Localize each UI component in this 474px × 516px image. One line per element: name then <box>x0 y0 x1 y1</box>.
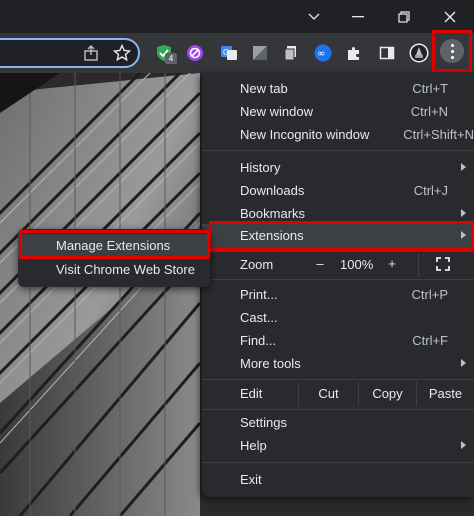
menu-item-label: New Incognito window <box>240 127 370 142</box>
submenu-arrow-icon <box>461 163 466 171</box>
profile-avatar[interactable] <box>408 42 430 64</box>
paste-button[interactable]: Paste <box>416 382 474 406</box>
extensions-puzzle-icon[interactable] <box>343 42 365 64</box>
zoom-divider <box>418 253 419 277</box>
menu-item-label: New window <box>240 104 313 119</box>
customize-menu-button[interactable] <box>440 39 464 63</box>
menu-item-new-window[interactable]: New window Ctrl+N <box>202 100 474 123</box>
edit-label: Edit <box>240 386 263 401</box>
menu-item-shortcut: Ctrl+T <box>412 81 448 96</box>
menu-button-highlight <box>432 30 472 72</box>
submenu-item-chrome-web-store[interactable]: Visit Chrome Web Store <box>18 258 210 282</box>
translate-icon[interactable]: G <box>218 42 240 64</box>
submenu-arrow-icon <box>461 441 466 449</box>
tab-search-icon[interactable] <box>292 0 336 33</box>
extension-check-icon[interactable]: 4 <box>153 42 177 64</box>
extension-badge: 4 <box>165 53 177 64</box>
bookmark-star-icon[interactable] <box>111 42 133 64</box>
screenshot-icon[interactable] <box>249 42 271 64</box>
menu-item-more-tools[interactable]: More tools <box>202 352 474 375</box>
menu-divider <box>202 279 474 280</box>
adblock-icon[interactable] <box>184 42 206 64</box>
fullscreen-icon[interactable] <box>436 257 450 271</box>
close-icon[interactable] <box>428 0 472 33</box>
menu-item-shortcut: Ctrl+J <box>413 183 448 198</box>
svg-text:G: G <box>223 48 229 57</box>
menu-item-find[interactable]: Find... Ctrl+F <box>202 329 474 352</box>
menu-divider <box>202 150 474 151</box>
menu-item-cast[interactable]: Cast... <box>202 306 474 329</box>
menu-divider <box>202 379 474 380</box>
menu-divider <box>202 409 474 410</box>
submenu-item-label: Visit Chrome Web Store <box>56 262 195 277</box>
infinity-icon[interactable]: ∞ <box>312 42 334 64</box>
menu-divider <box>202 251 474 252</box>
menu-item-label: Settings <box>240 415 287 430</box>
browser-toolbar: 4 G ∞ <box>0 33 474 73</box>
menu-item-shortcut: Ctrl+P <box>411 287 448 302</box>
zoom-label: Zoom <box>240 257 274 272</box>
document-icon[interactable] <box>280 42 302 64</box>
menu-item-exit[interactable]: Exit <box>202 468 474 491</box>
menu-item-label: More tools <box>240 356 301 371</box>
menu-item-new-incognito[interactable]: New Incognito window Ctrl+Shift+N <box>202 123 474 146</box>
menu-item-label: Downloads <box>240 183 305 198</box>
menu-item-settings[interactable]: Settings <box>202 411 474 434</box>
menu-item-label: New tab <box>240 81 288 96</box>
menu-item-new-tab[interactable]: New tab Ctrl+T <box>202 77 474 100</box>
submenu-arrow-icon <box>461 209 466 217</box>
menu-item-shortcut: Ctrl+N <box>410 104 448 119</box>
menu-item-label: Bookmarks <box>240 206 306 221</box>
menu-item-label: Find... <box>240 333 277 348</box>
menu-item-help[interactable]: Help <box>202 434 474 457</box>
copy-button[interactable]: Copy <box>358 382 416 406</box>
minimize-icon[interactable] <box>336 0 380 33</box>
restore-icon[interactable] <box>382 0 426 33</box>
extensions-highlight-box <box>209 221 474 251</box>
manage-extensions-highlight-box <box>19 230 210 259</box>
zoom-out-button[interactable]: – <box>312 256 328 271</box>
zoom-level: 100% <box>340 257 374 272</box>
menu-item-history[interactable]: History <box>202 156 474 179</box>
submenu-arrow-icon <box>461 359 466 367</box>
title-bar <box>0 0 474 33</box>
menu-item-label: Exit <box>240 472 262 487</box>
menu-item-label: Cast... <box>240 310 278 325</box>
menu-item-shortcut: Ctrl+F <box>412 333 448 348</box>
menu-item-label: Print... <box>240 287 278 302</box>
chrome-main-menu: New tab Ctrl+T New window Ctrl+N New Inc… <box>202 73 474 497</box>
share-icon[interactable] <box>80 42 102 64</box>
menu-item-shortcut: Ctrl+Shift+N <box>403 127 474 142</box>
menu-item-print[interactable]: Print... Ctrl+P <box>202 283 474 306</box>
side-panel-icon[interactable] <box>376 42 398 64</box>
zoom-in-button[interactable]: + <box>384 256 400 271</box>
svg-text:∞: ∞ <box>317 49 325 60</box>
zoom-row: Zoom – 100% + <box>202 253 474 277</box>
cut-button[interactable]: Cut <box>298 382 358 406</box>
menu-item-downloads[interactable]: Downloads Ctrl+J <box>202 179 474 202</box>
menu-item-label: History <box>240 160 281 175</box>
menu-item-label: Help <box>240 438 267 453</box>
edit-row: Edit Cut Copy Paste <box>202 382 474 406</box>
menu-divider <box>202 462 474 463</box>
